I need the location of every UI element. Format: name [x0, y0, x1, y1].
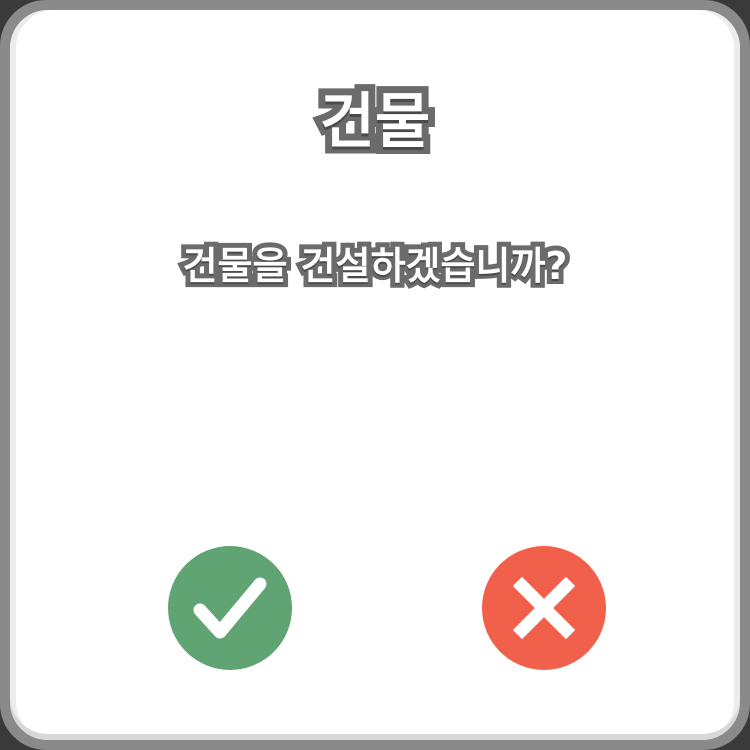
confirm-dialog: 건물 건물을 건설하겠습니까?: [0, 0, 750, 750]
dialog-title: 건물: [313, 80, 437, 164]
confirm-button[interactable]: [168, 546, 292, 670]
checkmark-icon: [193, 577, 267, 639]
x-mark-icon: [512, 576, 576, 640]
cancel-button[interactable]: [482, 546, 606, 670]
dialog-panel: 건물 건물을 건설하겠습니까?: [10, 10, 740, 740]
dialog-message: 건물을 건설하겠습니까?: [178, 239, 573, 293]
